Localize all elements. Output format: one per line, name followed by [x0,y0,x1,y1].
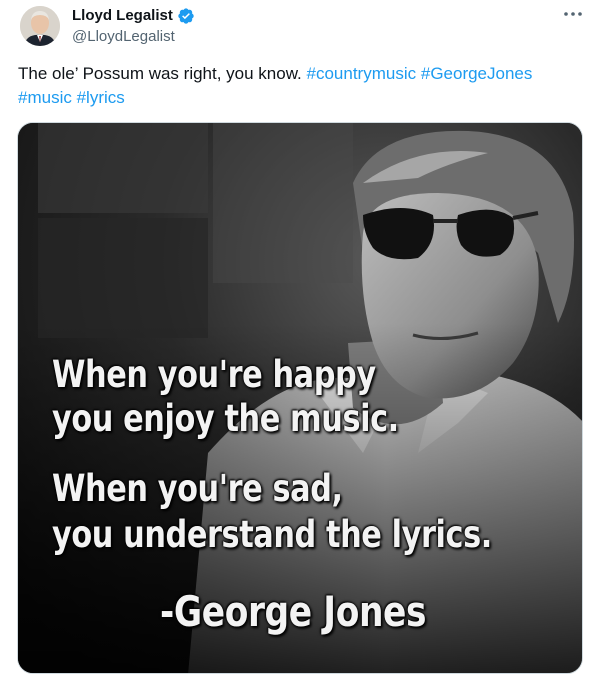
avatar[interactable] [20,6,60,46]
quote-line: you enjoy the music. [52,397,399,440]
tweet-text: The ole’ Possum was right, you know. #co… [18,62,578,110]
verified-badge-icon [177,7,195,25]
tweet[interactable]: Lloyd Legalist @LloydLegalist The ole’ P… [0,0,600,677]
hashtag-link[interactable]: #countrymusic [307,64,417,83]
hashtag-link[interactable]: #GeorgeJones [421,64,533,83]
quote-line: When you're sad, [52,467,343,510]
more-horizontal-icon[interactable] [560,4,586,24]
quote-line: When you're happy [52,353,376,396]
tweet-body: The ole’ Possum was right, you know. [18,64,302,83]
hashtag-link[interactable]: #lyrics [77,88,125,107]
tweet-media-image[interactable]: When you're happy you enjoy the music. W… [17,122,583,674]
display-name[interactable]: Lloyd Legalist [72,6,173,26]
hashtag-link[interactable]: #music [18,88,72,107]
quote-line: you understand the lyrics. [52,513,492,556]
handle[interactable]: @LloydLegalist [72,27,175,47]
quote-attribution: -George Jones [160,587,427,636]
